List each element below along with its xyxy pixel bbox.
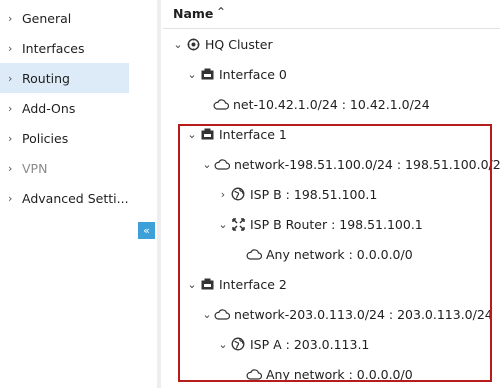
highlight-box bbox=[178, 124, 492, 382]
sidebar-item-label: General bbox=[22, 10, 72, 26]
panel-divider[interactable] bbox=[157, 0, 161, 388]
chevron-right-icon: › bbox=[8, 161, 13, 175]
sort-ascending-icon[interactable]: ⌃ bbox=[216, 5, 226, 19]
sidebar-item-label: Routing bbox=[22, 70, 70, 86]
tree-node-network[interactable]: net-10.42.1.0/24 : 10.42.1.0/24 bbox=[213, 93, 430, 115]
tree-node-interface-0[interactable]: ⌄ Interface 0 bbox=[185, 63, 287, 85]
chevron-right-icon: › bbox=[8, 131, 13, 145]
chevron-right-icon: › bbox=[8, 101, 13, 115]
sidebar-item-label: Advanced Setti... bbox=[22, 190, 129, 206]
sidebar-item-vpn: › VPN bbox=[0, 153, 129, 183]
tree-node-label: net-10.42.1.0/24 : 10.42.1.0/24 bbox=[233, 96, 430, 112]
interface-icon bbox=[199, 66, 215, 82]
name-column-header[interactable]: Name bbox=[173, 6, 213, 21]
sidebar-item-label: VPN bbox=[22, 160, 48, 176]
cloud-icon bbox=[213, 96, 229, 112]
chevron-right-icon: › bbox=[8, 41, 13, 55]
chevron-right-icon: › bbox=[8, 11, 13, 25]
sidebar-item-label: Interfaces bbox=[22, 40, 85, 56]
tree-node-label: HQ Cluster bbox=[205, 36, 273, 52]
sidebar-item-general[interactable]: › General bbox=[0, 3, 129, 33]
sidebar: › General › Interfaces › Routing › Add-O… bbox=[0, 0, 137, 388]
sidebar-item-label: Add-Ons bbox=[22, 100, 76, 116]
header-divider bbox=[163, 28, 500, 29]
tree-node-label: Interface 0 bbox=[219, 66, 287, 82]
collapse-sidebar-button[interactable]: « bbox=[138, 222, 155, 239]
sidebar-item-routing[interactable]: › Routing bbox=[0, 63, 129, 93]
sidebar-item-interfaces[interactable]: › Interfaces bbox=[0, 33, 129, 63]
sidebar-item-policies[interactable]: › Policies bbox=[0, 123, 129, 153]
sidebar-item-add-ons[interactable]: › Add-Ons bbox=[0, 93, 129, 123]
sidebar-item-label: Policies bbox=[22, 130, 69, 146]
chevron-right-icon: › bbox=[8, 191, 13, 205]
cluster-icon bbox=[185, 36, 201, 52]
chevron-down-icon[interactable]: ⌄ bbox=[185, 68, 199, 81]
sidebar-item-advanced-settings[interactable]: › Advanced Setti... bbox=[0, 183, 129, 213]
chevron-down-icon[interactable]: ⌄ bbox=[171, 38, 185, 51]
chevron-right-icon: › bbox=[8, 71, 13, 85]
tree-node-hq-cluster[interactable]: ⌄ HQ Cluster bbox=[171, 33, 273, 55]
